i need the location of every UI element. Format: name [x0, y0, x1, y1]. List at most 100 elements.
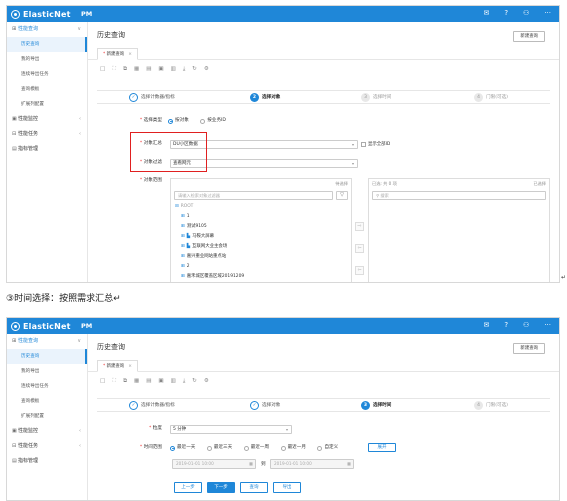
settings-icon[interactable]: ⚙	[204, 66, 209, 73]
left-search-input[interactable]: 请输入检索对象过滤器	[174, 191, 333, 200]
new-query-button[interactable]: 新建查询	[513, 31, 545, 42]
fullscreen-icon[interactable]: ⛶	[112, 378, 116, 385]
more-icon[interactable]: ···	[544, 321, 551, 329]
sidebar-group-indicator-mgmt[interactable]: ▤指标管理	[7, 142, 87, 157]
mail-icon[interactable]: ✉	[483, 321, 489, 329]
sidebar-group-perf-monitor[interactable]: ▣性能监控 ‹	[7, 112, 87, 127]
panel-icon[interactable]: ▣	[158, 66, 163, 73]
sidebar-item-ext-column[interactable]: 扩展列配置	[7, 97, 87, 112]
step-select-time[interactable]: 3 选择时间	[361, 93, 391, 102]
prev-step-button[interactable]: 上一步	[174, 482, 202, 493]
radio-by-object[interactable]: 按对象	[168, 116, 189, 126]
tab-new-query[interactable]: * 新建查询 ×	[97, 360, 138, 372]
tree-node[interactable]: ⊞ 2	[175, 262, 244, 272]
sidebar-group-perf-task[interactable]: ⊟ 性能任务 ‹	[7, 439, 87, 454]
window-icon[interactable]: □	[100, 378, 105, 385]
step-threshold[interactable]: 4 门限(可选)	[474, 401, 508, 410]
user-icon[interactable]: ⚇	[523, 9, 529, 17]
mail-icon[interactable]: ✉	[483, 9, 489, 17]
table-icon[interactable]: ▤	[146, 66, 151, 73]
download-icon[interactable]: ⤓	[183, 378, 185, 385]
grid-icon[interactable]: ▦	[134, 66, 139, 73]
panel-icon[interactable]: ▣	[158, 378, 163, 385]
radio-by-business-id[interactable]: 按业务ID	[200, 116, 226, 126]
right-search-input[interactable]: ⚲ 搜索	[372, 191, 546, 200]
more-icon[interactable]: ···	[544, 9, 551, 17]
step-threshold[interactable]: 4 门限(可选)	[474, 93, 508, 102]
close-icon[interactable]: ×	[128, 364, 132, 369]
step-select-counter[interactable]: ✓ 选择计数器/指标	[129, 93, 175, 102]
screenshot-select-time: ElasticNet PM ✉ ? ⚇ ··· ⊞ 性能查询 ∨ 历史查询 我的导出…	[6, 317, 560, 501]
tree-node[interactable]: ⊞ 1	[175, 212, 244, 222]
show-all-id-checkbox[interactable]: 显示全部ID	[361, 141, 390, 147]
download-icon[interactable]: ⤓	[183, 66, 185, 73]
step-select-counter[interactable]: ✓ 选择计数器/指标	[129, 401, 175, 410]
step-select-object[interactable]: ✓ 选择对象	[250, 401, 280, 410]
radio-last-3-days[interactable]: 最近三天	[206, 443, 232, 453]
refresh-icon[interactable]: ↻	[192, 378, 197, 385]
top-icons: ✉ ? ⚇ ···	[483, 321, 551, 329]
radio-last-week[interactable]: 最近一周	[243, 443, 269, 453]
radio-last-day[interactable]: 最近一天	[170, 443, 195, 453]
step-select-time[interactable]: 3 选择时间	[361, 401, 391, 410]
tree-node[interactable]: ⊞ 测试9105	[175, 222, 244, 232]
sidebar-item-history-query[interactable]: 历史查询	[7, 349, 87, 364]
sidebar-item-continuous-export[interactable]: 连续导出任务	[7, 379, 87, 394]
app-logo[interactable]: ElasticNet	[11, 321, 71, 331]
tree-node[interactable]: ⊞ ▙ 互联网大业主会场	[175, 242, 244, 252]
radio-custom[interactable]: 自定义	[317, 443, 338, 453]
tree-node[interactable]: ⊟ ROOT	[175, 202, 244, 212]
tree-node[interactable]: ⊞ 嘉禾城区覆盖区域20191209	[175, 272, 244, 282]
tree-node[interactable]: ⊞ ▙ 马鞍大屏幕	[175, 232, 244, 242]
query-button[interactable]: 查询	[240, 482, 268, 493]
refresh-icon[interactable]: ↻	[192, 66, 197, 73]
app-logo[interactable]: ElasticNet	[11, 9, 71, 19]
new-query-button[interactable]: 新建查询	[513, 343, 545, 354]
move-right-icon[interactable]: ⇨	[355, 222, 364, 231]
columns-icon[interactable]: ▥	[171, 66, 176, 73]
check-icon: ✓	[250, 401, 259, 410]
tree-node[interactable]: ⊞ 嘉兴重业网站重点站	[175, 252, 244, 262]
chevron-down-icon: ▾	[351, 161, 354, 166]
sidebar-group-perf-monitor[interactable]: ▣性能监控 ‹	[7, 424, 87, 439]
table-icon[interactable]: ▤	[146, 378, 151, 385]
radio-on-icon	[168, 118, 173, 124]
sidebar-group-perf-task[interactable]: ⊟ 性能任务 ‹	[7, 127, 87, 142]
time-range-label: 时间范围	[143, 445, 162, 450]
help-icon[interactable]: ?	[504, 321, 508, 329]
sidebar-group-indicator-mgmt[interactable]: ▤指标管理	[7, 454, 87, 469]
copy-icon[interactable]: ⧉	[123, 378, 127, 385]
sidebar-item-continuous-export[interactable]: 连续导出任务	[7, 67, 87, 82]
export-button[interactable]: 导出	[273, 482, 301, 493]
start-date-input[interactable]: 2019-01-01 10:00 ▦	[172, 459, 256, 469]
tab-bar: * 新建查询 ×	[88, 46, 559, 60]
next-step-button[interactable]: 下一步	[207, 482, 235, 493]
window-icon[interactable]: □	[100, 66, 105, 73]
left-transfer-panel: 待选择 请输入检索对象过滤器 ▽ ⊟ ROOT ⊞ 1 ⊞ 测试9105 ⊞ ▙ 马鞍大屏…	[170, 178, 352, 282]
sidebar-group-perf-query[interactable]: ⊞ 性能查询 ∨	[7, 334, 87, 349]
sidebar-group-perf-query[interactable]: ⊞ 性能查询 ∨	[7, 22, 87, 37]
filter-icon[interactable]: ▽	[336, 191, 348, 200]
end-date-input[interactable]: 2019-01-01 10:00 ▦	[270, 459, 354, 469]
move-left-icon[interactable]: ⇦	[355, 244, 364, 253]
sidebar-item-history-query[interactable]: 历史查询	[7, 37, 87, 52]
granularity-select[interactable]: 5 分钟 ▾	[170, 425, 292, 434]
move-all-left-icon[interactable]: ⇦	[355, 266, 364, 275]
columns-icon[interactable]: ▥	[171, 378, 176, 385]
sidebar-item-ext-column[interactable]: 扩展列配置	[7, 409, 87, 424]
sidebar-item-query-template[interactable]: 查询模板	[7, 82, 87, 97]
close-icon[interactable]: ×	[128, 52, 132, 57]
tab-new-query[interactable]: * 新建查询 ×	[97, 48, 138, 60]
help-icon[interactable]: ?	[504, 9, 508, 17]
user-icon[interactable]: ⚇	[523, 321, 529, 329]
settings-icon[interactable]: ⚙	[204, 378, 209, 385]
grid-icon[interactable]: ▦	[134, 378, 139, 385]
sidebar-item-query-template[interactable]: 查询模板	[7, 394, 87, 409]
sidebar-item-my-export[interactable]: 我的导出	[7, 364, 87, 379]
radio-last-month[interactable]: 最近一月	[280, 443, 306, 453]
expand-button[interactable]: 展开	[368, 443, 396, 452]
sidebar-item-my-export[interactable]: 我的导出	[7, 52, 87, 67]
copy-icon[interactable]: ⧉	[123, 66, 127, 73]
step-select-object[interactable]: 2 选择对象	[250, 93, 280, 102]
fullscreen-icon[interactable]: ⛶	[112, 66, 116, 73]
